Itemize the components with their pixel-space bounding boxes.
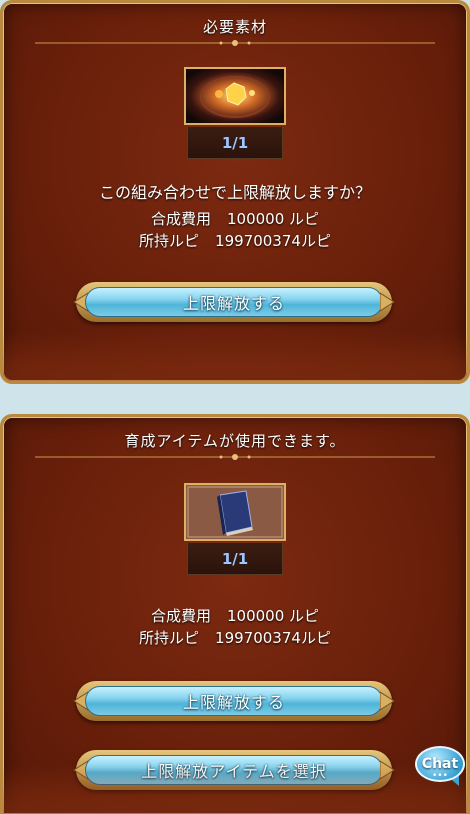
panel-title: 必要素材 xyxy=(202,17,267,36)
cost-value: 100000 ルピ xyxy=(226,210,320,228)
cost-row: 合成費用 100000 ルピ xyxy=(3,208,467,229)
owned-value: 199700374ルピ xyxy=(215,629,331,647)
uncap-button-label: 上限解放する xyxy=(85,287,383,317)
training-item-slot[interactable] xyxy=(184,483,286,541)
owned-row: 所持ルピ 199700374ルピ xyxy=(3,230,467,251)
item-count: 1/1 xyxy=(221,549,249,568)
training-item-panel: 育成アイテムが使用できます。 1/1 合成費用 100000 ルピ 所持ルピ 1… xyxy=(0,414,470,814)
button-ornament-right-icon xyxy=(380,292,395,312)
panel-title: 育成アイテムが使用できます。 xyxy=(124,431,346,450)
ornament-divider-icon xyxy=(35,40,435,46)
material-item-slot[interactable] xyxy=(184,67,286,125)
uncap-button-label: 上限解放する xyxy=(85,686,383,716)
uncap-button[interactable]: 上限解放する xyxy=(73,681,395,721)
uncap-button[interactable]: 上限解放する xyxy=(73,282,395,322)
cost-label: 合成費用 xyxy=(150,210,211,228)
chat-button[interactable]: Chat ••• xyxy=(413,744,467,788)
owned-label: 所持ルピ xyxy=(139,232,200,250)
item-count-box: 1/1 xyxy=(187,127,283,159)
item-count: 1/1 xyxy=(221,133,249,152)
button-ornament-right-icon xyxy=(380,691,395,711)
button-ornament-right-icon xyxy=(380,760,395,780)
panel-title-bar: 育成アイテムが使用できます。 xyxy=(3,417,467,463)
chat-dots: ••• xyxy=(432,771,448,781)
select-uncap-item-label: 上限解放アイテムを選択 xyxy=(85,755,383,785)
blue-book-item-icon xyxy=(186,485,284,539)
chat-label: Chat xyxy=(421,756,459,772)
required-materials-panel: 必要素材 1/1 この組み合わせで上限解放しますか？ 合成費用 100000 ル… xyxy=(0,0,470,384)
confirm-question: この組み合わせで上限解放しますか？ xyxy=(98,183,371,202)
owned-value: 199700374ルピ xyxy=(215,232,331,250)
gold-crystal-item-icon xyxy=(186,69,284,123)
cost-row: 合成費用 100000 ルピ xyxy=(3,605,467,626)
item-count-box: 1/1 xyxy=(187,543,283,575)
panel-title-bar: 必要素材 xyxy=(3,3,467,49)
ornament-divider-icon xyxy=(35,454,435,460)
cost-label: 合成費用 xyxy=(150,607,211,625)
select-uncap-item-button[interactable]: 上限解放アイテムを選択 xyxy=(73,750,395,790)
cost-value: 100000 ルピ xyxy=(226,607,320,625)
owned-label: 所持ルピ xyxy=(139,629,200,647)
owned-row: 所持ルピ 199700374ルピ xyxy=(3,627,467,648)
